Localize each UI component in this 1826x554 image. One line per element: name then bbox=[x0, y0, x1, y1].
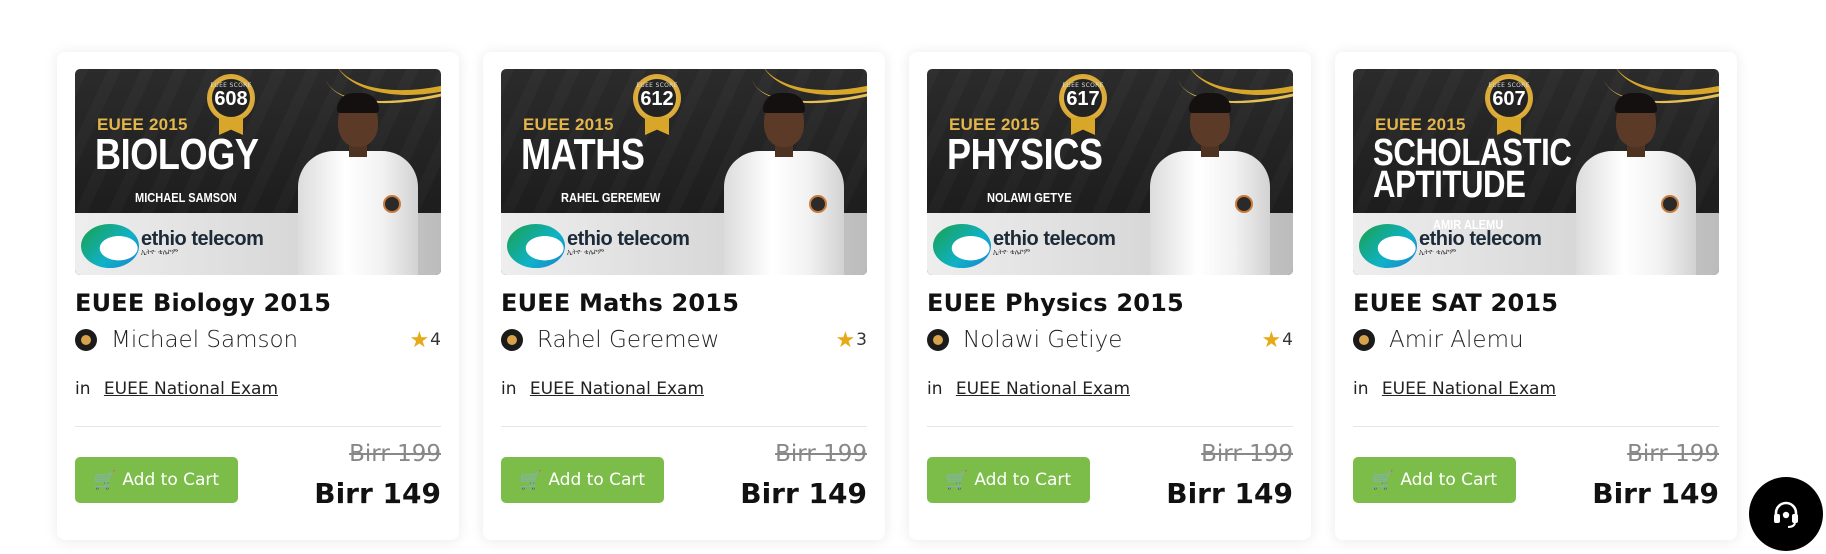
thumb-person-name: MICHAEL SAMSON bbox=[135, 190, 237, 205]
score-medal: EUEE SCORE 612 bbox=[633, 74, 681, 122]
thumb-subject: MATHS bbox=[521, 130, 645, 179]
instructor-photo bbox=[293, 85, 423, 275]
cart-icon: 🛒 bbox=[519, 469, 543, 491]
thumb-subject: PHYSICS bbox=[947, 130, 1103, 179]
ethio-telecom-logo: ethio telecom ኢትዮ ቴሌኮም bbox=[507, 223, 690, 269]
course-rating: ★ 4 bbox=[1261, 328, 1293, 353]
star-icon: ★ bbox=[409, 327, 430, 353]
sale-price: Birr 149 bbox=[740, 477, 867, 510]
course-list: EUEE SCORE 608 EUEE 2015 BIOLOGY MICHAEL… bbox=[57, 52, 1737, 540]
course-card[interactable]: EUEE SCORE 617 EUEE 2015 PHYSICS NOLAWI … bbox=[909, 52, 1311, 540]
rating-value: 4 bbox=[430, 330, 441, 350]
instructor-photo bbox=[719, 85, 849, 275]
instructor-photo bbox=[1571, 85, 1701, 275]
course-thumbnail[interactable]: EUEE SCORE 612 EUEE 2015 MATHS RAHEL GER… bbox=[501, 69, 867, 275]
course-thumbnail[interactable]: EUEE SCORE 607 EUEE 2015 SCHOLASTIC APTI… bbox=[1353, 69, 1719, 275]
star-icon: ★ bbox=[1261, 327, 1282, 353]
course-category: in EUEE National Exam bbox=[927, 379, 1130, 399]
instructor-avatar bbox=[927, 329, 949, 351]
ethio-telecom-logo: ethio telecom ኢትዮ ቴሌኮም bbox=[1359, 223, 1542, 269]
sale-price: Birr 149 bbox=[1166, 477, 1293, 510]
score-medal: EUEE SCORE 607 bbox=[1485, 74, 1533, 122]
rating-value: 3 bbox=[856, 330, 867, 350]
cart-icon: 🛒 bbox=[1371, 469, 1395, 491]
thumb-person-name: NOLAWI GETYE bbox=[987, 190, 1072, 205]
course-thumbnail[interactable]: EUEE SCORE 617 EUEE 2015 PHYSICS NOLAWI … bbox=[927, 69, 1293, 275]
instructor-name[interactable]: Rahel Geremew bbox=[537, 327, 719, 353]
rating-value: 4 bbox=[1282, 330, 1293, 350]
course-title[interactable]: EUEE SAT 2015 bbox=[1353, 289, 1719, 319]
ethio-telecom-logo: ethio telecom ኢትዮ ቴሌኮም bbox=[933, 223, 1116, 269]
instructor-name[interactable]: Nolawi Getiye bbox=[963, 327, 1122, 353]
category-link[interactable]: EUEE National Exam bbox=[1382, 379, 1556, 399]
course-card[interactable]: EUEE SCORE 608 EUEE 2015 BIOLOGY MICHAEL… bbox=[57, 52, 459, 540]
course-title[interactable]: EUEE Physics 2015 bbox=[927, 289, 1293, 319]
course-category: in EUEE National Exam bbox=[75, 379, 278, 399]
category-link[interactable]: EUEE National Exam bbox=[104, 379, 278, 399]
course-card[interactable]: EUEE SCORE 607 EUEE 2015 SCHOLASTIC APTI… bbox=[1335, 52, 1737, 540]
category-link[interactable]: EUEE National Exam bbox=[530, 379, 704, 399]
course-category: in EUEE National Exam bbox=[1353, 379, 1556, 399]
star-icon: ★ bbox=[835, 327, 856, 353]
instructor-avatar bbox=[1353, 329, 1375, 351]
add-to-cart-button[interactable]: 🛒 Add to Cart bbox=[501, 457, 664, 503]
course-title[interactable]: EUEE Biology 2015 bbox=[75, 289, 441, 319]
score-medal: EUEE SCORE 617 bbox=[1059, 74, 1107, 122]
course-rating: ★ 3 bbox=[835, 328, 867, 353]
add-to-cart-button[interactable]: 🛒 Add to Cart bbox=[1353, 457, 1516, 503]
cart-icon: 🛒 bbox=[93, 469, 117, 491]
original-price: Birr 199 bbox=[349, 441, 441, 467]
sale-price: Birr 149 bbox=[1592, 477, 1719, 510]
sale-price: Birr 149 bbox=[314, 477, 441, 510]
instructor-avatar bbox=[75, 329, 97, 351]
thumb-subject: BIOLOGY bbox=[95, 130, 259, 179]
thumb-subject: SCHOLASTIC APTITUDE bbox=[1373, 132, 1572, 206]
ethio-telecom-logo: ethio telecom ኢትዮ ቴሌኮም bbox=[81, 223, 264, 269]
instructor-photo bbox=[1145, 85, 1275, 275]
original-price: Birr 199 bbox=[1627, 441, 1719, 467]
original-price: Birr 199 bbox=[775, 441, 867, 467]
headset-icon bbox=[1774, 501, 1798, 528]
add-to-cart-button[interactable]: 🛒 Add to Cart bbox=[927, 457, 1090, 503]
thumb-person-name: RAHEL GEREMEW bbox=[561, 190, 661, 205]
course-category: in EUEE National Exam bbox=[501, 379, 704, 399]
course-thumbnail[interactable]: EUEE SCORE 608 EUEE 2015 BIOLOGY MICHAEL… bbox=[75, 69, 441, 275]
category-link[interactable]: EUEE National Exam bbox=[956, 379, 1130, 399]
course-card[interactable]: EUEE SCORE 612 EUEE 2015 MATHS RAHEL GER… bbox=[483, 52, 885, 540]
instructor-name[interactable]: Amir Alemu bbox=[1389, 327, 1524, 353]
instructor-avatar bbox=[501, 329, 523, 351]
score-medal: EUEE SCORE 608 bbox=[207, 74, 255, 122]
instructor-name[interactable]: Michael Samson bbox=[111, 327, 298, 353]
original-price: Birr 199 bbox=[1201, 441, 1293, 467]
course-rating: ★ 4 bbox=[409, 328, 441, 353]
add-to-cart-button[interactable]: 🛒 Add to Cart bbox=[75, 457, 238, 503]
cart-icon: 🛒 bbox=[945, 469, 969, 491]
support-chat-button[interactable] bbox=[1749, 477, 1823, 551]
course-title[interactable]: EUEE Maths 2015 bbox=[501, 289, 867, 319]
